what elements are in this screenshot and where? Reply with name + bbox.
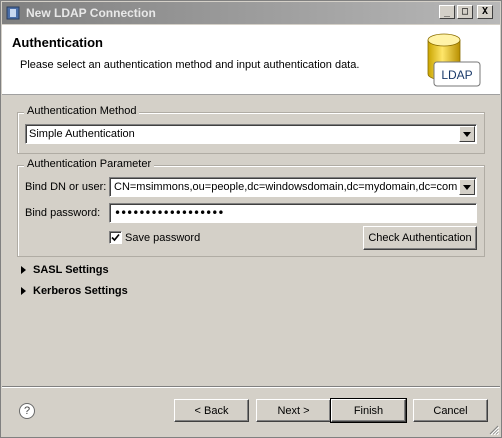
expand-arrow-icon	[21, 287, 26, 295]
sasl-settings-expander[interactable]: SASL Settings	[21, 264, 109, 276]
bind-dn-select[interactable]: CN=msimmons,ou=people,dc=windowsdomain,d…	[109, 177, 477, 197]
checkmark-icon	[111, 233, 120, 242]
auth-param-legend: Authentication Parameter	[24, 158, 155, 170]
help-icon[interactable]: ?	[19, 403, 35, 419]
auth-method-value: Simple Authentication	[29, 128, 135, 140]
cancel-button[interactable]: Cancel	[413, 399, 488, 422]
save-password-label: Save password	[125, 232, 201, 244]
kerberos-settings-expander[interactable]: Kerberos Settings	[21, 285, 128, 297]
back-button[interactable]: < Back	[174, 399, 249, 422]
bind-dn-label: Bind DN or user:	[25, 181, 107, 193]
expand-arrow-icon	[21, 266, 26, 274]
maximize-button[interactable]: □	[457, 5, 473, 19]
close-button[interactable]: X	[477, 5, 493, 19]
bind-password-field[interactable]: ••••••••••••••••••	[109, 203, 477, 223]
page-description: Please select an authentication method a…	[20, 59, 360, 71]
footer-separator	[2, 386, 500, 388]
title-bar[interactable]: New LDAP Connection _ □ X	[2, 2, 500, 24]
auth-method-select[interactable]: Simple Authentication	[25, 124, 477, 144]
kerberos-settings-label: Kerberos Settings	[33, 285, 128, 297]
chevron-down-icon[interactable]	[459, 179, 475, 195]
sasl-settings-label: SASL Settings	[33, 264, 109, 276]
resize-grip-icon[interactable]	[487, 423, 499, 435]
svg-text:LDAP: LDAP	[441, 68, 472, 82]
ldap-database-icon: LDAP	[427, 33, 481, 87]
auth-method-legend: Authentication Method	[24, 105, 140, 117]
app-icon	[6, 6, 20, 20]
bind-password-label: Bind password:	[25, 207, 101, 219]
window-title: New LDAP Connection	[26, 6, 156, 20]
chevron-down-icon[interactable]	[459, 126, 475, 142]
bind-dn-value: CN=msimmons,ou=people,dc=windowsdomain,d…	[114, 181, 458, 193]
minimize-button[interactable]: _	[439, 5, 455, 19]
bind-password-value: ••••••••••••••••••	[114, 206, 224, 220]
page-title: Authentication	[12, 35, 103, 50]
wizard-header: Authentication Please select an authenti…	[2, 25, 500, 95]
save-password-checkbox[interactable]	[109, 231, 122, 244]
check-authentication-button[interactable]: Check Authentication	[363, 226, 477, 250]
next-button[interactable]: Next >	[256, 399, 331, 422]
dialog-window: New LDAP Connection _ □ X Authentication…	[0, 0, 502, 438]
finish-button[interactable]: Finish	[330, 398, 407, 423]
